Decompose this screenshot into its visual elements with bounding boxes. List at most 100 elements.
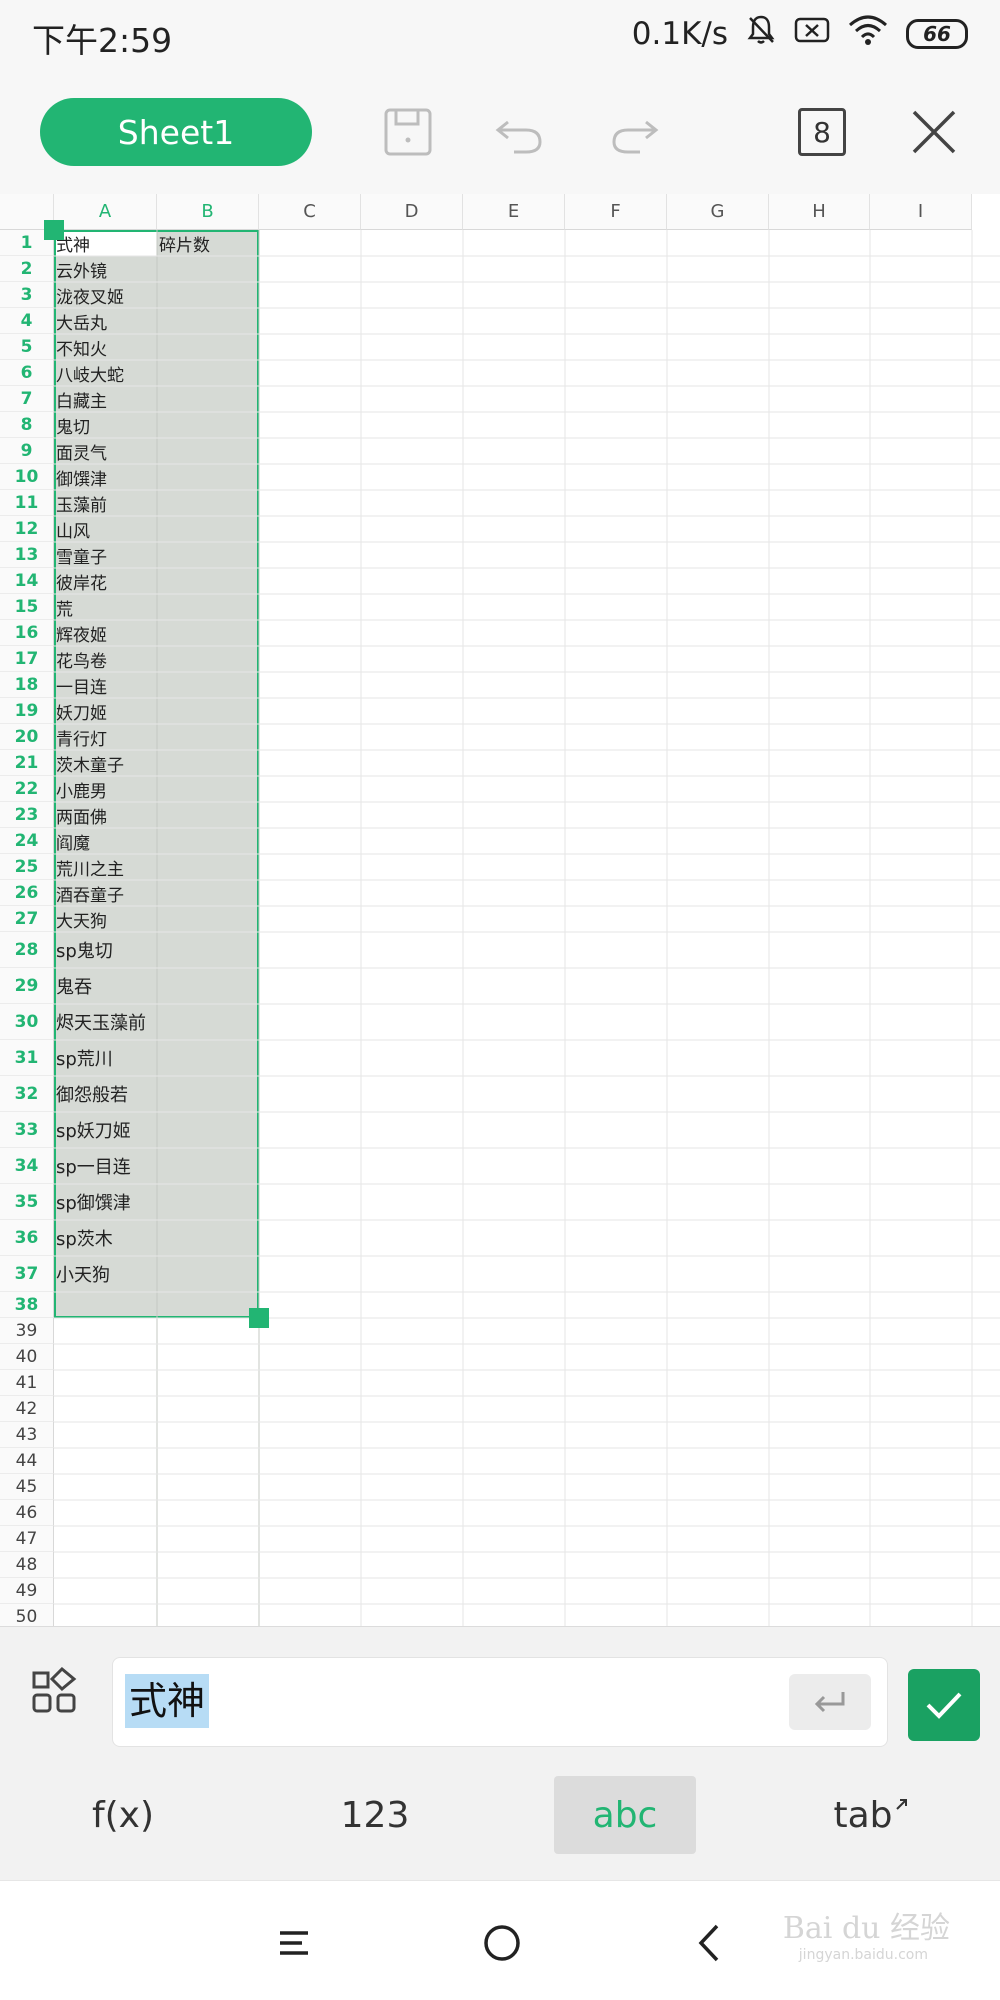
cell-a10[interactable]: 御馔津 [54,464,107,490]
row-header-24[interactable]: 24 [0,828,54,854]
mode-123-button[interactable]: 123 [304,1776,446,1854]
spreadsheet-grid[interactable]: A B C D E F G H I 1 2 3 4 5 6 7 8 9 10 11 12 13 14 15 16 17 18 19 20… [0,194,1000,1626]
cell-a31[interactable]: sp荒川 [54,1040,113,1076]
row-header-12[interactable]: 12 [0,516,54,542]
row-header-11[interactable]: 11 [0,490,54,516]
cell-a18[interactable]: 一目连 [54,672,107,698]
cell-a30[interactable]: 烬天玉藻前 [54,1004,146,1040]
row-header-30[interactable]: 30 [0,1004,54,1040]
row-header-46[interactable]: 46 [0,1500,54,1526]
cell-a14[interactable]: 彼岸花 [54,568,107,594]
column-header-g[interactable]: G [667,194,769,230]
row-header-19[interactable]: 19 [0,698,54,724]
row-header-36[interactable]: 36 [0,1220,54,1256]
row-header-32[interactable]: 32 [0,1076,54,1112]
sheet-tab-button[interactable]: Sheet1 [40,98,312,166]
row-header-7[interactable]: 7 [0,386,54,412]
mode-tab-button[interactable]: tab [800,1776,942,1854]
row-header-43[interactable]: 43 [0,1422,54,1448]
check-icon[interactable] [908,1669,980,1741]
row-header-41[interactable]: 41 [0,1370,54,1396]
cell-edit-input[interactable]: 式神 [112,1657,888,1747]
cell-a25[interactable]: 荒川之主 [54,854,124,880]
cell-a22[interactable]: 小鹿男 [54,776,107,802]
selection-handle-start[interactable] [44,220,64,240]
cell-a29[interactable]: 鬼吞 [54,968,92,1004]
row-header-37[interactable]: 37 [0,1256,54,1292]
row-header-38[interactable]: 38 [0,1292,54,1318]
row-header-28[interactable]: 28 [0,932,54,968]
row-header-29[interactable]: 29 [0,968,54,1004]
menu-icon[interactable] [266,1915,322,1971]
cell-a9[interactable]: 面灵气 [54,438,107,464]
row-header-47[interactable]: 47 [0,1526,54,1552]
redo-icon[interactable] [604,102,664,162]
row-header-26[interactable]: 26 [0,880,54,906]
row-header-33[interactable]: 33 [0,1112,54,1148]
cell-a32[interactable]: 御怨般若 [54,1076,128,1112]
row-header-21[interactable]: 21 [0,750,54,776]
column-header-c[interactable]: C [259,194,361,230]
apps-icon[interactable] [30,1666,80,1717]
sheet-count-button[interactable]: 8 [798,108,846,156]
row-header-17[interactable]: 17 [0,646,54,672]
column-header-b[interactable]: B [157,194,259,230]
cell-a16[interactable]: 辉夜姬 [54,620,107,646]
cell-a4[interactable]: 大岳丸 [54,308,107,334]
row-header-44[interactable]: 44 [0,1448,54,1474]
mode-abc-button[interactable]: abc [554,1776,696,1854]
row-header-2[interactable]: 2 [0,256,54,282]
close-icon[interactable] [904,102,964,162]
row-header-18[interactable]: 18 [0,672,54,698]
cell-a5[interactable]: 不知火 [54,334,107,360]
row-header-13[interactable]: 13 [0,542,54,568]
row-header-40[interactable]: 40 [0,1344,54,1370]
column-header-h[interactable]: H [769,194,870,230]
row-header-9[interactable]: 9 [0,438,54,464]
row-header-49[interactable]: 49 [0,1578,54,1604]
cell-a12[interactable]: 山风 [54,516,90,542]
row-header-27[interactable]: 27 [0,906,54,932]
column-header-a[interactable]: A [54,194,157,230]
row-header-6[interactable]: 6 [0,360,54,386]
row-header-39[interactable]: 39 [0,1318,54,1344]
cell-a2[interactable]: 云外镜 [54,256,107,282]
selection-handle-end[interactable] [249,1308,269,1328]
cell-a8[interactable]: 鬼切 [54,412,90,438]
row-header-15[interactable]: 15 [0,594,54,620]
save-icon[interactable] [378,102,438,162]
cell-a24[interactable]: 阎魔 [54,828,90,854]
row-header-25[interactable]: 25 [0,854,54,880]
cell-a6[interactable]: 八岐大蛇 [54,360,124,386]
cell-a34[interactable]: sp一目连 [54,1148,131,1184]
cell-a26[interactable]: 酒吞童子 [54,880,124,906]
row-header-22[interactable]: 22 [0,776,54,802]
row-header-5[interactable]: 5 [0,334,54,360]
row-header-10[interactable]: 10 [0,464,54,490]
row-header-3[interactable]: 3 [0,282,54,308]
cell-a3[interactable]: 泷夜叉姬 [54,282,124,308]
cell-a36[interactable]: sp茨木 [54,1220,113,1256]
cell-a35[interactable]: sp御馔津 [54,1184,131,1220]
back-icon[interactable] [682,1915,738,1971]
row-header-31[interactable]: 31 [0,1040,54,1076]
column-header-d[interactable]: D [361,194,463,230]
cell-a27[interactable]: 大天狗 [54,906,107,932]
cell-a15[interactable]: 荒 [54,594,73,620]
column-header-e[interactable]: E [463,194,565,230]
row-header-34[interactable]: 34 [0,1148,54,1184]
cell-a28[interactable]: sp鬼切 [54,932,113,968]
cell-a21[interactable]: 茨木童子 [54,750,124,776]
column-header-f[interactable]: F [565,194,667,230]
row-header-8[interactable]: 8 [0,412,54,438]
row-header-4[interactable]: 4 [0,308,54,334]
mode-fx-button[interactable]: f(x) [52,1776,194,1854]
row-header-16[interactable]: 16 [0,620,54,646]
column-header-i[interactable]: I [870,194,972,230]
undo-icon[interactable] [490,102,550,162]
cell-a37[interactable]: 小天狗 [54,1256,110,1292]
row-header-14[interactable]: 14 [0,568,54,594]
row-header-42[interactable]: 42 [0,1396,54,1422]
cell-a33[interactable]: sp妖刀姬 [54,1112,131,1148]
cell-a23[interactable]: 两面佛 [54,802,107,828]
